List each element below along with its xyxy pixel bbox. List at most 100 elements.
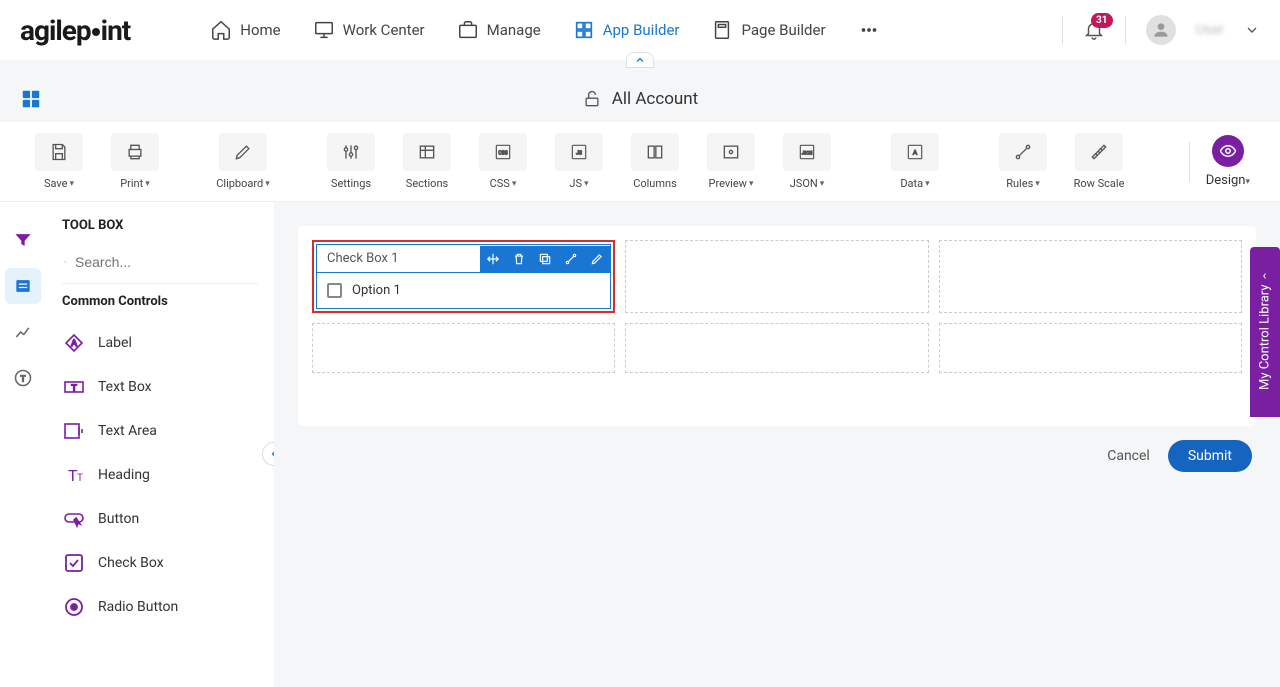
notification-badge: 31 bbox=[1091, 13, 1112, 28]
move-icon bbox=[486, 252, 500, 266]
empty-cell[interactable] bbox=[625, 240, 928, 313]
row-scale-label: Row Scale bbox=[1074, 177, 1125, 190]
monitor-icon bbox=[313, 19, 335, 41]
nav-manage-label: Manage bbox=[487, 21, 541, 39]
toolbox-search[interactable] bbox=[62, 247, 258, 284]
user-avatar[interactable] bbox=[1146, 15, 1176, 45]
search-input[interactable] bbox=[75, 254, 256, 270]
checkbox-icon bbox=[62, 551, 86, 575]
left-rail: T bbox=[0, 202, 46, 687]
empty-cell[interactable] bbox=[939, 240, 1242, 313]
rules-button[interactable]: Rules▾ bbox=[994, 133, 1052, 190]
nav-page-builder[interactable]: Page Builder bbox=[711, 19, 825, 41]
control-label[interactable]: A Label bbox=[62, 321, 258, 365]
svg-text:A: A bbox=[913, 149, 918, 157]
save-button[interactable]: Save▾ bbox=[30, 133, 88, 190]
rail-chart[interactable] bbox=[5, 314, 41, 350]
submit-button[interactable]: Submit bbox=[1168, 440, 1252, 472]
side-tab-label: My Control Library bbox=[1258, 284, 1273, 389]
rail-text[interactable]: T bbox=[5, 360, 41, 396]
widget-delete[interactable] bbox=[506, 246, 532, 272]
nav-more[interactable] bbox=[858, 19, 880, 41]
nav-app-builder[interactable]: App Builder bbox=[573, 19, 680, 41]
checkbox-widget[interactable]: Check Box 1 Option 1 bbox=[312, 240, 615, 313]
print-button[interactable]: Print▾ bbox=[106, 133, 164, 190]
search-icon bbox=[64, 253, 67, 271]
empty-cell[interactable] bbox=[625, 323, 928, 373]
chevron-down-icon[interactable] bbox=[1244, 22, 1260, 38]
sections-label: Sections bbox=[406, 177, 448, 190]
widget-copy[interactable] bbox=[532, 246, 558, 272]
nav-items: Home Work Center Manage App Builder Page… bbox=[210, 19, 879, 41]
textarea-icon bbox=[62, 419, 86, 443]
control-textarea[interactable]: Text Area bbox=[62, 409, 258, 453]
rail-form[interactable] bbox=[5, 268, 41, 304]
divider bbox=[1125, 16, 1126, 44]
checkbox-input[interactable] bbox=[327, 283, 342, 298]
apps-grid-button[interactable] bbox=[20, 88, 42, 110]
css-button[interactable]: CSS CSS▾ bbox=[474, 133, 532, 190]
js-button[interactable]: JS JS▾ bbox=[550, 133, 608, 190]
nav-manage[interactable]: Manage bbox=[457, 19, 541, 41]
control-textbox-text: Text Box bbox=[98, 379, 152, 395]
form-actions: Cancel Submit bbox=[298, 440, 1256, 472]
subheader: All Account bbox=[0, 76, 1280, 122]
ruler-icon bbox=[1089, 142, 1109, 162]
sliders-icon bbox=[341, 142, 361, 162]
data-button[interactable]: A Data▾ bbox=[886, 133, 944, 190]
design-label: Design bbox=[1206, 173, 1246, 188]
notifications-button[interactable]: 31 bbox=[1083, 19, 1105, 41]
link-icon bbox=[564, 252, 578, 266]
sections-button[interactable]: Sections bbox=[398, 133, 456, 190]
columns-button[interactable]: Columns bbox=[626, 133, 684, 190]
briefcase-icon bbox=[457, 19, 479, 41]
design-button[interactable]: Design▾ bbox=[1206, 135, 1250, 188]
widget-edit[interactable] bbox=[584, 246, 610, 272]
chart-icon bbox=[13, 322, 33, 342]
print-label: Print bbox=[120, 177, 143, 190]
username: User bbox=[1196, 22, 1224, 38]
control-textbox[interactable]: T Text Box bbox=[62, 365, 258, 409]
svg-text:CSS: CSS bbox=[498, 151, 507, 157]
my-control-library-tab[interactable]: My Control Library ‹ bbox=[1250, 247, 1280, 417]
preview-button[interactable]: Preview▾ bbox=[702, 133, 760, 190]
json-button[interactable]: JSON JSON▾ bbox=[778, 133, 836, 190]
cancel-button[interactable]: Cancel bbox=[1107, 448, 1150, 464]
trash-icon bbox=[512, 252, 526, 266]
toolbar: Save▾ Print▾ Clipboard▾ Settings Section… bbox=[0, 122, 1280, 202]
collapse-side-button[interactable] bbox=[262, 442, 274, 466]
widget-link[interactable] bbox=[558, 246, 584, 272]
widget-move[interactable] bbox=[480, 246, 506, 272]
brand-logo: agilepint bbox=[20, 14, 130, 47]
widget-tools bbox=[480, 246, 610, 272]
nav-home[interactable]: Home bbox=[210, 19, 280, 41]
heading-icon: TT bbox=[62, 463, 86, 487]
svg-text:T: T bbox=[21, 374, 26, 384]
empty-cell[interactable] bbox=[312, 323, 615, 373]
settings-button[interactable]: Settings bbox=[322, 133, 380, 190]
form-canvas[interactable]: Check Box 1 Option 1 bbox=[298, 226, 1256, 426]
rail-filter[interactable] bbox=[5, 222, 41, 258]
page-icon bbox=[711, 19, 733, 41]
control-button[interactable]: Button bbox=[62, 497, 258, 541]
empty-cell[interactable] bbox=[939, 323, 1242, 373]
control-heading-text: Heading bbox=[98, 467, 150, 483]
toolbox-panel: TOOL BOX Common Controls A Label T Text … bbox=[46, 202, 274, 687]
control-checkbox[interactable]: Check Box bbox=[62, 541, 258, 585]
collapse-toggle[interactable] bbox=[626, 52, 654, 68]
clipboard-button[interactable]: Clipboard▾ bbox=[214, 133, 272, 190]
sections-icon bbox=[417, 142, 437, 162]
subheader-title: All Account bbox=[612, 89, 698, 109]
preview-label: Preview bbox=[709, 177, 747, 190]
divider bbox=[1189, 142, 1190, 182]
columns-label: Columns bbox=[633, 177, 677, 190]
control-heading[interactable]: TT Heading bbox=[62, 453, 258, 497]
save-icon bbox=[49, 142, 69, 162]
control-radio[interactable]: Radio Button bbox=[62, 585, 258, 629]
toolbox-title: TOOL BOX bbox=[62, 218, 258, 233]
row-scale-button[interactable]: Row Scale bbox=[1070, 133, 1128, 190]
data-icon: A bbox=[905, 142, 925, 162]
json-label: JSON bbox=[790, 177, 818, 190]
pencil-icon bbox=[233, 142, 253, 162]
nav-work-center[interactable]: Work Center bbox=[313, 19, 425, 41]
